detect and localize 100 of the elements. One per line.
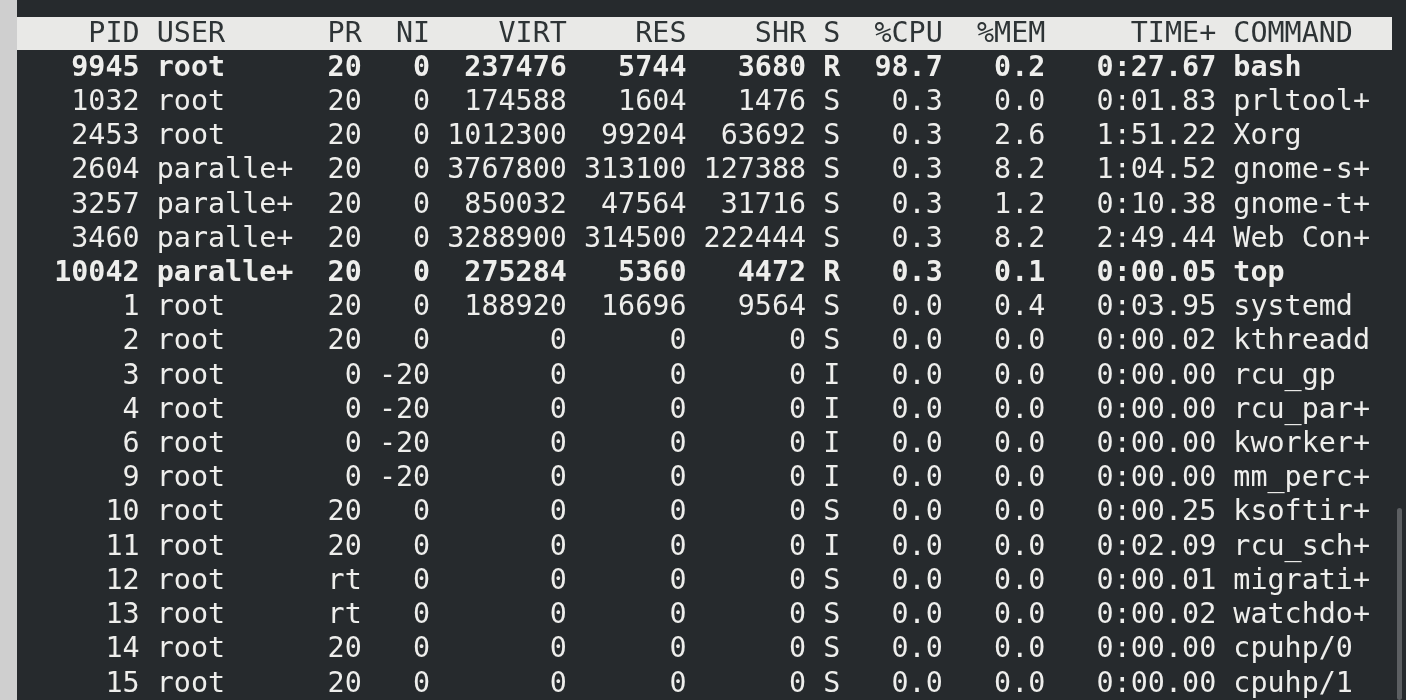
table-cell: I: [823, 531, 841, 561]
table-cell: I: [823, 463, 841, 492]
table-cell-text: 0.0: [890, 429, 943, 458]
table-cell-text: 0.0: [890, 292, 943, 321]
table-cell-text: 1604: [617, 86, 687, 116]
table-cell-text: 275284: [463, 257, 567, 287]
table-cell-text: 3: [121, 360, 140, 389]
table-cell: -20: [378, 394, 431, 424]
table-cell-text: 0: [343, 429, 362, 458]
table-cell-text: 0.0: [993, 360, 1046, 389]
table-cell-text: 0.0: [993, 429, 1046, 458]
table-cell-text: 0:01.83: [1095, 86, 1217, 116]
table-cell: 3767800: [447, 155, 567, 184]
table-cell-text: root: [156, 86, 227, 116]
table-cell-text: root: [156, 292, 227, 321]
table-cell: 314500: [583, 223, 687, 253]
table-cell-text: root: [156, 668, 227, 697]
column-header: TIME+: [1129, 19, 1217, 48]
table-cell-text: 8.2: [993, 223, 1046, 253]
table-cell-text: kworker+: [1233, 429, 1372, 458]
table-cell: paralle+: [156, 257, 294, 287]
table-cell-text: root: [156, 326, 227, 355]
table-cell-text: 47564: [600, 189, 687, 218]
table-cell-text: 0: [412, 292, 431, 321]
table-cell-text: 0.1: [993, 257, 1046, 287]
column-header: VIRT: [497, 19, 567, 48]
table-cell: -20: [378, 463, 431, 492]
table-cell-text: 0: [788, 497, 807, 526]
table-cell-text: 0:00.00: [1095, 634, 1217, 663]
table-cell-text: 0:00.05: [1095, 257, 1217, 287]
table-cell-text: 0: [668, 360, 687, 389]
table-cell-text: 2604: [70, 155, 140, 184]
table-cell-text: 0.0: [890, 668, 943, 697]
table-cell: paralle+: [156, 155, 294, 184]
table-cell-text: 0.0: [993, 497, 1046, 526]
table-cell-text: 0: [788, 634, 807, 663]
table-cell-text: 9: [121, 463, 140, 492]
table-cell-text: 0:00.01: [1095, 565, 1217, 595]
table-cell-text: 0.0: [890, 531, 943, 561]
table-cell-text: root: [156, 360, 227, 389]
table-cell: S: [823, 497, 841, 526]
table-cell-text: 0.0: [993, 531, 1046, 561]
table-cell-text: root: [156, 600, 227, 629]
table-cell-text: kthreadd: [1233, 326, 1372, 355]
table-cell-text: 5744: [617, 52, 687, 82]
table-cell: S: [823, 565, 841, 595]
table-cell-text: root: [156, 565, 227, 595]
table-cell-text: watchdo+: [1233, 600, 1372, 629]
column-header: PID: [87, 19, 140, 48]
table-cell-text: 0.0: [890, 634, 943, 663]
table-cell-text: 0: [412, 155, 431, 184]
table-cell-text: 2: [121, 326, 140, 355]
table-cell-text: 0: [548, 497, 567, 526]
table-cell-text: rt: [326, 600, 362, 629]
table-cell-text: 0:00.00: [1095, 394, 1217, 424]
table-cell-text: 5360: [617, 257, 687, 287]
table-cell: S: [823, 326, 841, 355]
table-cell: I: [823, 429, 841, 458]
scrollbar-thumb[interactable]: [1396, 508, 1402, 700]
table-cell-text: 20: [326, 223, 362, 253]
column-header: COMMAND: [1233, 19, 1354, 48]
table-cell-text: 15: [104, 668, 140, 697]
table-cell-text: 1.2: [993, 189, 1046, 218]
table-cell: R: [823, 257, 841, 287]
table-cell-text: 0.0: [993, 394, 1046, 424]
table-cell-text: root: [156, 121, 227, 150]
table-cell-text: 0:00.02: [1095, 326, 1217, 355]
table-cell-text: 0: [788, 394, 807, 424]
table-cell-text: 0.0: [890, 326, 943, 355]
table-cell-text: 0.3: [890, 155, 943, 184]
table-cell-text: 0:27.67: [1095, 52, 1217, 82]
table-cell-text: 0:03.95: [1095, 292, 1217, 321]
table-cell: 222444: [703, 223, 807, 253]
table-cell-text: 0.0: [890, 600, 943, 629]
table-cell: paralle+: [156, 189, 294, 218]
table-cell-text: cpuhp/1: [1233, 668, 1354, 697]
table-cell-text: 20: [326, 634, 362, 663]
table-cell-text: 0.3: [890, 86, 943, 116]
table-cell-text: 2:49.44: [1095, 223, 1217, 253]
table-cell-text: Xorg: [1233, 121, 1303, 150]
table-cell-text: root: [156, 531, 227, 561]
table-cell-text: 2453: [70, 121, 140, 150]
table-cell-text: 20: [326, 257, 362, 287]
table-cell-text: 4472: [736, 257, 807, 287]
table-cell: 127388: [703, 155, 807, 184]
table-cell-text: 0.0: [993, 634, 1046, 663]
table-cell: S: [823, 668, 841, 697]
table-cell-text: 0: [412, 121, 431, 150]
table-cell-text: 0.0: [890, 497, 943, 526]
table-cell-text: 0: [668, 463, 687, 492]
table-cell-text: 0:00.25: [1095, 497, 1217, 526]
table-cell-text: gnome-s+: [1233, 155, 1372, 184]
table-cell-text: 0: [412, 223, 431, 253]
table-cell-text: 0: [548, 634, 567, 663]
table-cell-text: 1032: [70, 86, 140, 116]
table-cell-text: 0.3: [890, 223, 943, 253]
table-cell: S: [823, 121, 841, 150]
table-cell-text: 99204: [600, 121, 687, 150]
table-cell-text: 0: [412, 668, 431, 697]
table-cell-text: 0:00.00: [1095, 429, 1217, 458]
